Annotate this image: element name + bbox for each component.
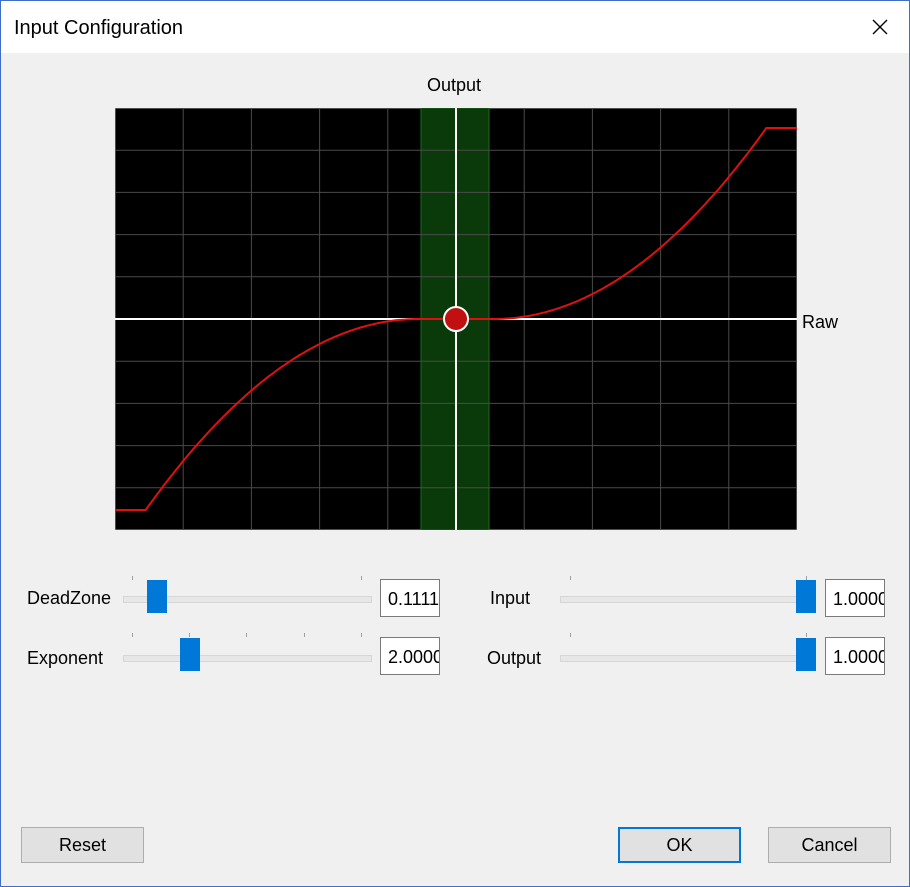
slider-tick xyxy=(361,576,362,580)
output-label: Output xyxy=(487,648,542,668)
slider-tick xyxy=(570,576,571,580)
slider-tick xyxy=(304,633,305,637)
input-configuration-dialog: Input Configuration Output Raw DeadZone … xyxy=(0,0,910,887)
deadzone-slider-thumb[interactable] xyxy=(147,580,167,613)
title-bar: Input Configuration xyxy=(1,1,909,53)
slider-tick xyxy=(189,633,190,637)
raw-axis-label: Raw xyxy=(802,312,839,332)
deadzone-value-field[interactable]: 0.1111 xyxy=(380,579,440,617)
ok-button[interactable]: OK xyxy=(618,827,741,863)
exponent-slider-track xyxy=(123,655,372,662)
input-value-field[interactable]: 1.0000 xyxy=(825,579,885,617)
response-curve-plot[interactable] xyxy=(115,108,797,530)
output-slider-track xyxy=(560,655,816,662)
input-label: Input xyxy=(490,588,531,608)
deadzone-label: DeadZone xyxy=(27,588,111,608)
slider-tick xyxy=(132,576,133,580)
current-position-marker[interactable] xyxy=(443,306,469,332)
reset-button[interactable]: Reset xyxy=(21,827,144,863)
output-axis-label: Output xyxy=(427,75,482,95)
slider-tick xyxy=(132,633,133,637)
slider-tick xyxy=(361,633,362,637)
exponent-label: Exponent xyxy=(27,648,104,668)
close-button[interactable] xyxy=(861,9,899,45)
exponent-value-field[interactable]: 2.0000 xyxy=(380,637,440,675)
slider-tick xyxy=(806,633,807,637)
slider-tick xyxy=(570,633,571,637)
input-slider-track xyxy=(560,596,816,603)
input-slider-thumb[interactable] xyxy=(796,580,816,613)
cancel-button[interactable]: Cancel xyxy=(768,827,891,863)
close-icon xyxy=(872,19,888,35)
window-title: Input Configuration xyxy=(14,17,184,39)
slider-tick xyxy=(246,633,247,637)
output-slider-thumb[interactable] xyxy=(796,638,816,671)
exponent-slider-thumb[interactable] xyxy=(180,638,200,671)
output-value-field[interactable]: 1.0000 xyxy=(825,637,885,675)
